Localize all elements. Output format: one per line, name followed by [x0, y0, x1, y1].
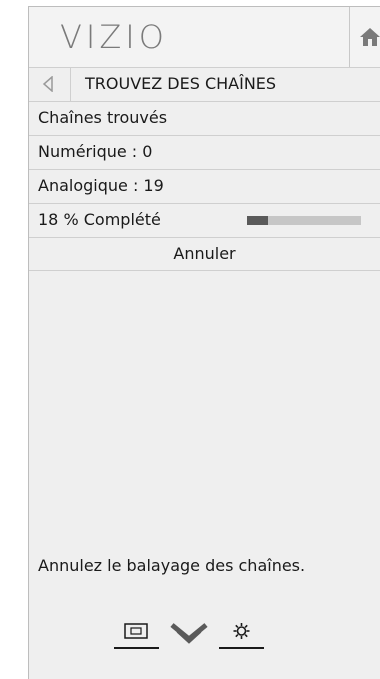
back-button[interactable] — [29, 68, 71, 101]
menu-header: VIZIO — [29, 7, 380, 67]
down-button[interactable] — [168, 619, 210, 659]
input-icon — [124, 623, 148, 639]
chevron-down-icon — [170, 623, 208, 644]
page-title: TROUVEZ DES CHAÎNES — [85, 74, 277, 93]
home-icon — [360, 28, 380, 46]
title-bar: TROUVEZ DES CHAÎNES — [29, 67, 380, 101]
found-channels-label: Chaînes trouvés — [38, 108, 168, 127]
analog-row: Analogique : 19 — [29, 169, 380, 203]
back-arrow-icon — [42, 76, 53, 92]
analog-count: Analogique : 19 — [38, 176, 164, 195]
progress-text: 18 % Complété — [38, 210, 161, 229]
input-button[interactable] — [114, 619, 159, 659]
digital-row: Numérique : 0 — [29, 135, 380, 169]
cancel-button[interactable]: Annuler — [29, 237, 380, 271]
gear-icon — [233, 623, 250, 639]
settings-button[interactable] — [219, 619, 264, 659]
help-text: Annulez le balayage des chaînes. — [38, 556, 306, 575]
tv-menu-panel: VIZIO TROUVEZ DES CHAÎNES Chaînes trouvé… — [28, 6, 380, 679]
home-button[interactable] — [349, 7, 380, 67]
input-underline — [114, 647, 159, 649]
progress-fill — [247, 216, 268, 225]
found-channels-row: Chaînes trouvés — [29, 101, 380, 135]
digital-count: Numérique : 0 — [38, 142, 153, 161]
cancel-label: Annuler — [173, 244, 236, 263]
progress-row: 18 % Complété — [29, 203, 380, 237]
vizio-logo: VIZIO — [60, 18, 168, 56]
settings-underline — [219, 647, 264, 649]
progress-bar — [247, 216, 361, 225]
bottom-nav — [29, 619, 380, 659]
